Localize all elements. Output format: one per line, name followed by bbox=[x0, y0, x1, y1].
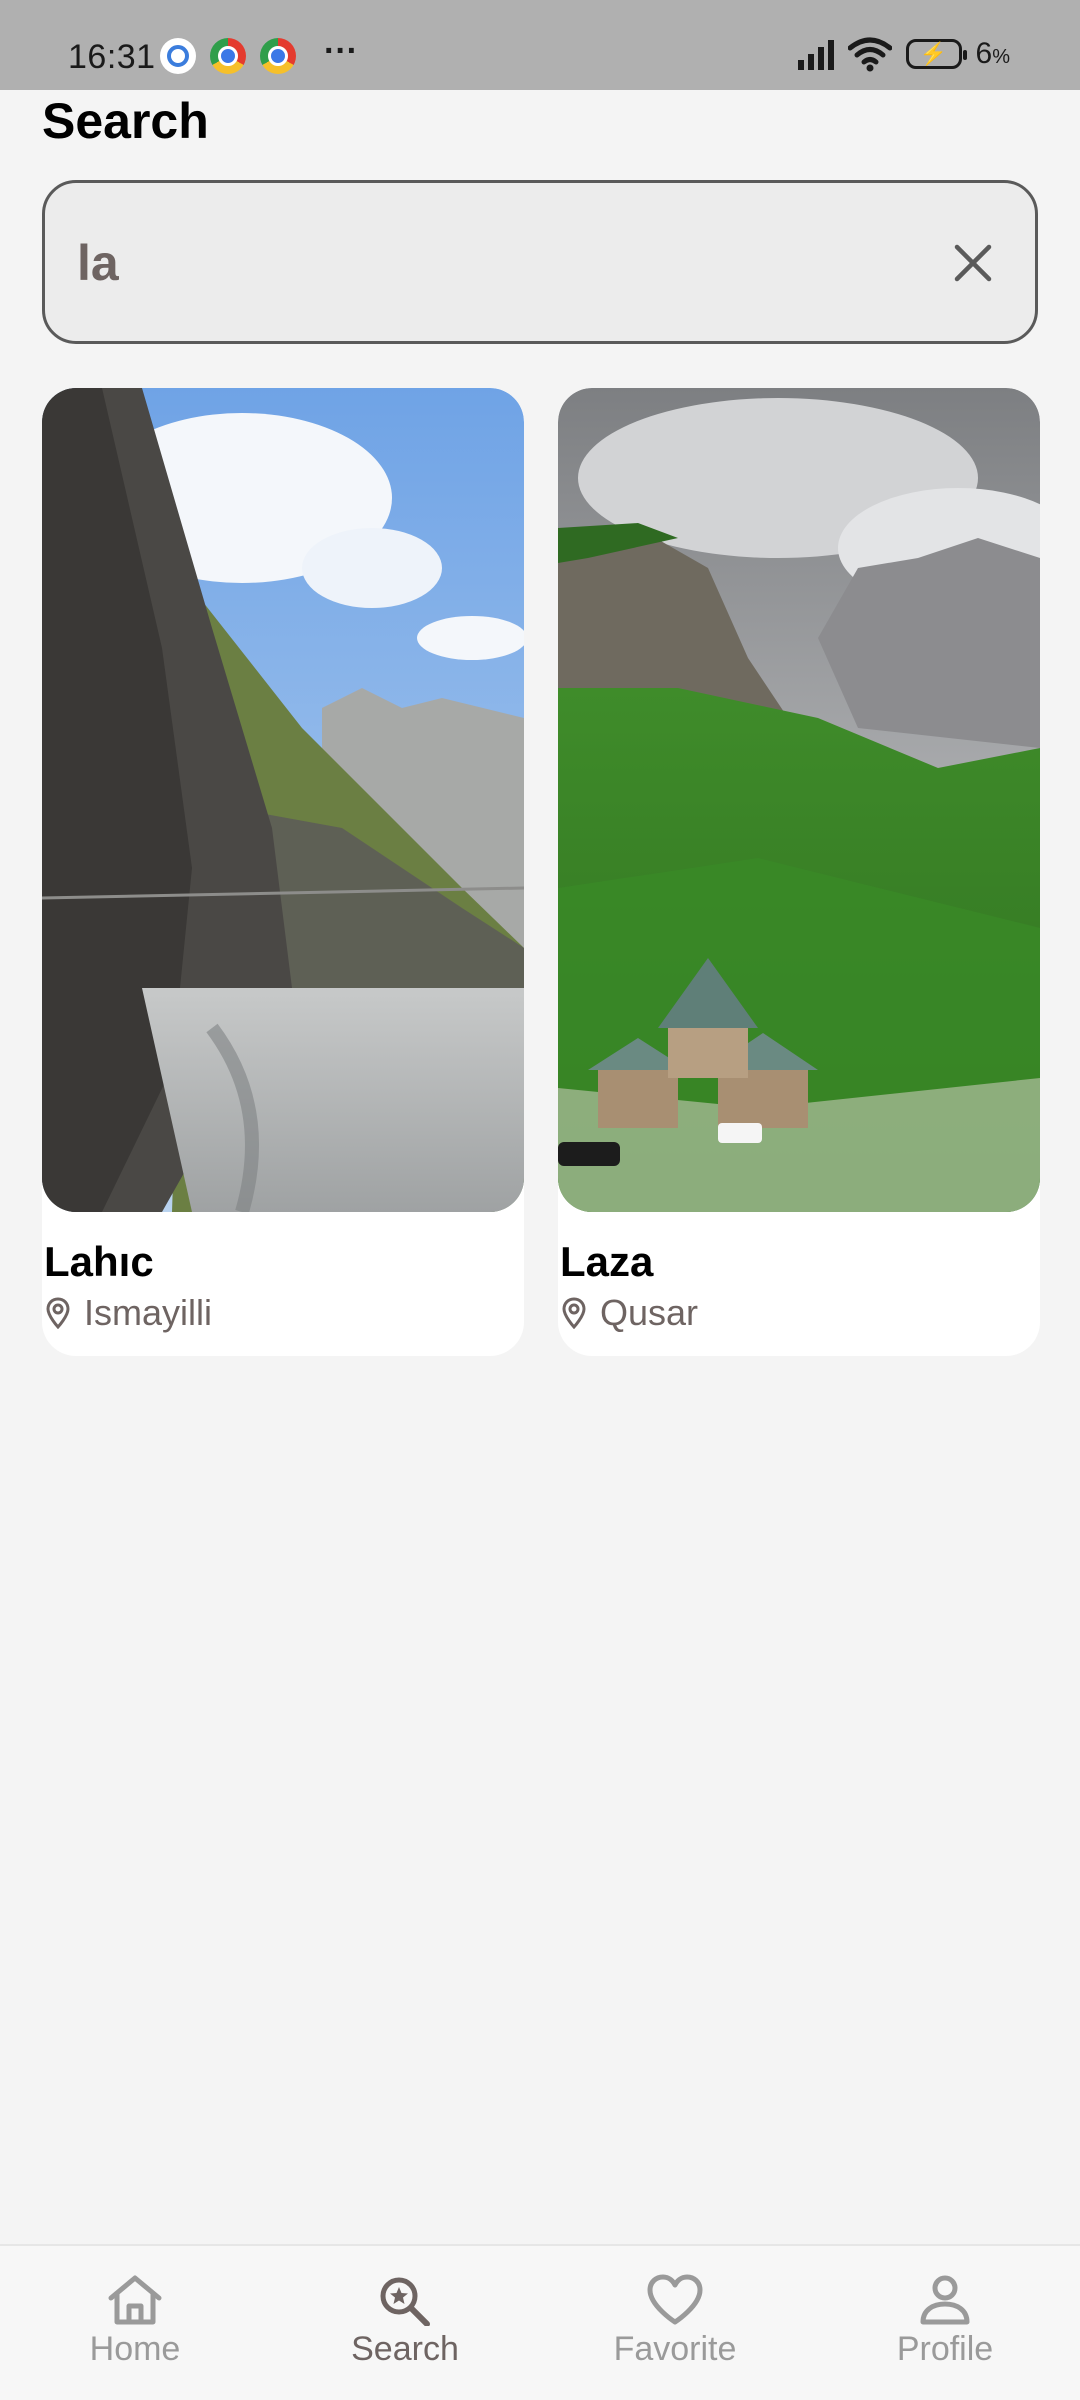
place-name: Lahıc bbox=[44, 1238, 154, 1285]
heart-icon bbox=[647, 2274, 703, 2325]
location-text: Qusar bbox=[600, 1292, 699, 1333]
more-notifications-icon: ··· bbox=[324, 31, 358, 70]
place-photo bbox=[558, 388, 1040, 1212]
nav-home-label: Home bbox=[89, 2330, 181, 2368]
page-title: Search bbox=[42, 93, 209, 149]
place-location: Qusar bbox=[562, 1292, 698, 1334]
search-field[interactable] bbox=[42, 180, 1038, 344]
signal-icon bbox=[797, 38, 834, 70]
place-location: Ismayilli bbox=[46, 1292, 212, 1334]
status-time: 16:31 bbox=[68, 38, 156, 76]
location-pin-icon bbox=[46, 1297, 70, 1329]
clear-search-button[interactable] bbox=[949, 239, 997, 287]
chrome-app-icon bbox=[210, 38, 246, 74]
battery-icon: ⚡ bbox=[905, 39, 967, 69]
charging-icon: ⚡ bbox=[919, 41, 948, 66]
system-status: ⚡ 6% bbox=[797, 36, 1010, 72]
nav-profile-label: Profile bbox=[896, 2330, 994, 2368]
nav-home[interactable]: Home bbox=[0, 2246, 270, 2400]
result-card[interactable]: Laza Qusar bbox=[558, 388, 1040, 1356]
place-photo bbox=[42, 388, 524, 1212]
result-card[interactable]: Lahıc Ismayilli bbox=[42, 388, 524, 1356]
nav-search[interactable]: Search bbox=[270, 2246, 540, 2400]
battery-percent: 6% bbox=[975, 37, 1010, 70]
bottom-navigation: Home Search Favorite Profile bbox=[0, 2244, 1080, 2400]
wifi-icon bbox=[847, 37, 892, 72]
search-icon bbox=[380, 2277, 430, 2326]
nav-search-label: Search bbox=[351, 2330, 459, 2368]
chrome-app-icon bbox=[260, 38, 296, 74]
status-bar: 16:31 ··· ⚡ 6% bbox=[0, 0, 1080, 90]
profile-icon bbox=[920, 2275, 970, 2325]
nav-favorite-label: Favorite bbox=[613, 2330, 737, 2368]
notification-icons: ··· bbox=[160, 32, 358, 74]
nav-profile[interactable]: Profile bbox=[810, 2246, 1080, 2400]
place-name: Laza bbox=[560, 1238, 654, 1285]
nav-favorite[interactable]: Favorite bbox=[540, 2246, 810, 2400]
search-input[interactable] bbox=[75, 233, 925, 293]
location-text: Ismayilli bbox=[84, 1292, 213, 1333]
settings-app-icon bbox=[160, 38, 196, 74]
home-icon bbox=[108, 2275, 162, 2325]
location-pin-icon bbox=[562, 1297, 586, 1329]
